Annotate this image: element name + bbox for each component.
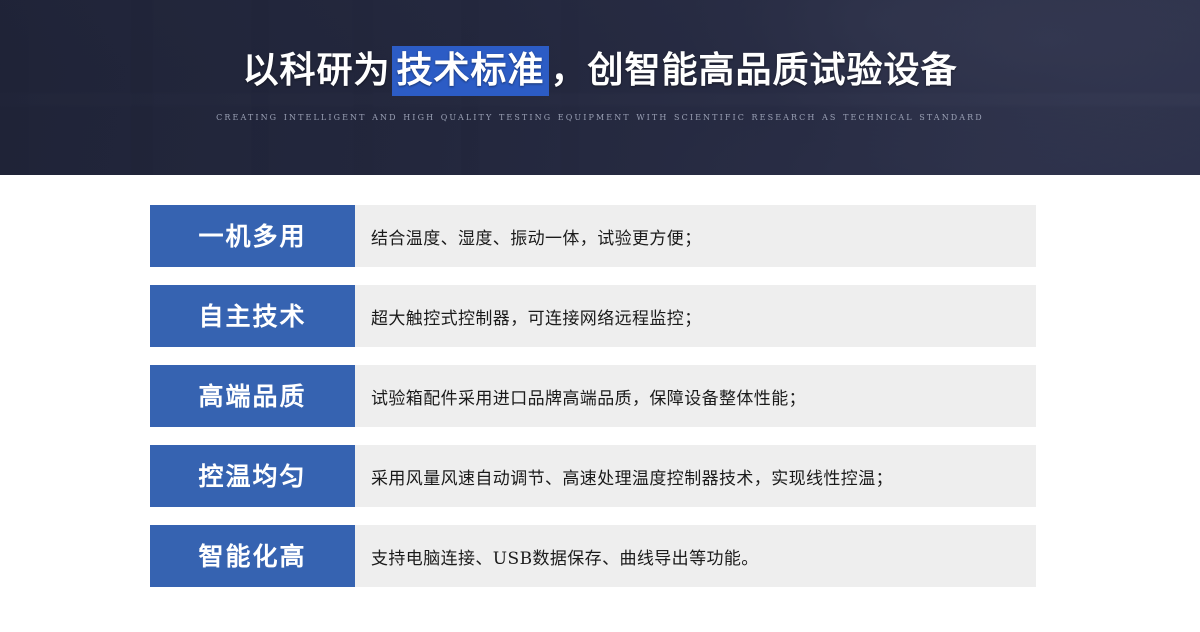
feature-row: 自主技术 超大触控式控制器，可连接网络远程监控； — [150, 285, 1036, 347]
feature-description: 支持电脑连接、USB数据保存、曲线导出等功能。 — [355, 525, 1036, 587]
feature-tag: 一机多用 — [150, 205, 355, 267]
page-subtitle: Creating Intelligent and High Quality Te… — [216, 110, 984, 123]
page-title-suffix: ，创智能高品质试验设备 — [550, 49, 958, 91]
feature-tag: 自主技术 — [150, 285, 355, 347]
feature-tag: 智能化高 — [150, 525, 355, 587]
header-banner: 以科研为 技术标准 ，创智能高品质试验设备 Creating Intelligent… — [0, 0, 1200, 175]
banner-content: 以科研为 技术标准 ，创智能高品质试验设备 Creating Intelligent… — [0, 0, 1200, 175]
page-title-prefix: 以科研为 — [242, 49, 391, 91]
feature-description: 采用风量风速自动调节、高速处理温度控制器技术，实现线性控温； — [355, 445, 1036, 507]
feature-row: 一机多用 结合温度、湿度、振动一体，试验更方便； — [150, 205, 1036, 267]
feature-description: 结合温度、湿度、振动一体，试验更方便； — [355, 205, 1036, 267]
page-title: 以科研为 技术标准 ，创智能高品质试验设备 — [242, 46, 958, 96]
feature-row: 智能化高 支持电脑连接、USB数据保存、曲线导出等功能。 — [150, 525, 1036, 587]
feature-tag: 高端品质 — [150, 365, 355, 427]
feature-list: 一机多用 结合温度、湿度、振动一体，试验更方便； 自主技术 超大触控式控制器，可… — [0, 175, 1200, 587]
page-title-highlight: 技术标准 — [392, 46, 549, 96]
feature-row: 高端品质 试验箱配件采用进口品牌高端品质，保障设备整体性能； — [150, 365, 1036, 427]
feature-row: 控温均匀 采用风量风速自动调节、高速处理温度控制器技术，实现线性控温； — [150, 445, 1036, 507]
feature-description: 试验箱配件采用进口品牌高端品质，保障设备整体性能； — [355, 365, 1036, 427]
feature-tag: 控温均匀 — [150, 445, 355, 507]
feature-description: 超大触控式控制器，可连接网络远程监控； — [355, 285, 1036, 347]
